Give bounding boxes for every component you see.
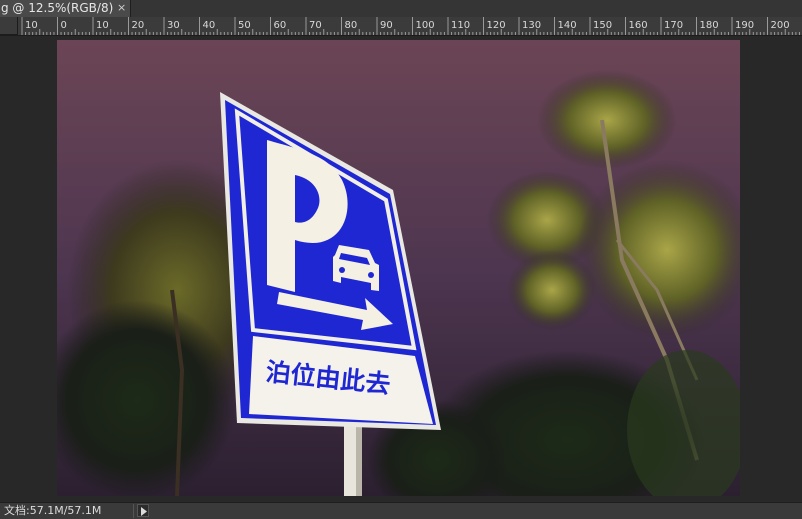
ruler-label: 20 xyxy=(132,20,145,31)
ruler-label: 50 xyxy=(238,20,251,31)
ruler-label: 10 xyxy=(96,20,109,31)
status-menu-arrow-icon[interactable] xyxy=(137,504,149,517)
ruler-label: 160 xyxy=(629,20,648,31)
ruler-label: 140 xyxy=(558,20,577,31)
parking-sign-photo: 泊位由此去 xyxy=(57,40,740,496)
status-bar: 文档:57.1M/57.1M xyxy=(0,502,802,519)
horizontal-ruler[interactable]: 10 0 10 20 30 40 50 60 70 80 90 100 110 120 130 140 150 1… xyxy=(0,17,802,36)
close-icon[interactable]: × xyxy=(117,0,126,16)
document-tab[interactable]: g @ 12.5%(RGB/8) × xyxy=(0,0,131,17)
document-tab-title: g @ 12.5%(RGB/8) xyxy=(1,1,114,15)
document-image: 泊位由此去 xyxy=(57,40,740,496)
document-tab-bar: g @ 12.5%(RGB/8) × xyxy=(0,0,802,18)
ruler-label: 70 xyxy=(309,20,322,31)
canvas-area[interactable]: 泊位由此去 xyxy=(0,36,802,502)
ruler-label: 0 xyxy=(61,20,67,31)
ruler-label: 10 xyxy=(25,20,38,31)
ruler-label: 30 xyxy=(167,20,180,31)
ruler-label: 90 xyxy=(380,20,393,31)
ruler-label: 120 xyxy=(487,20,506,31)
ruler-label: 40 xyxy=(203,20,216,31)
ruler-label: 130 xyxy=(522,20,541,31)
ruler-label: 200 xyxy=(771,20,790,31)
ruler-label: 150 xyxy=(593,20,612,31)
ruler-label: 190 xyxy=(735,20,754,31)
ruler-label: 180 xyxy=(700,20,719,31)
document-size-readout: 文档:57.1M/57.1M xyxy=(4,504,102,517)
ruler-corner xyxy=(0,17,18,35)
ruler-label: 170 xyxy=(664,20,683,31)
ruler-label: 80 xyxy=(345,20,358,31)
ruler-label: 110 xyxy=(451,20,470,31)
ruler-ticks: 10 0 10 20 30 40 50 60 70 80 90 100 110 120 130 140 150 1… xyxy=(21,17,800,35)
status-divider xyxy=(133,504,134,518)
ruler-label: 100 xyxy=(416,20,435,31)
ruler-label: 60 xyxy=(274,20,287,31)
